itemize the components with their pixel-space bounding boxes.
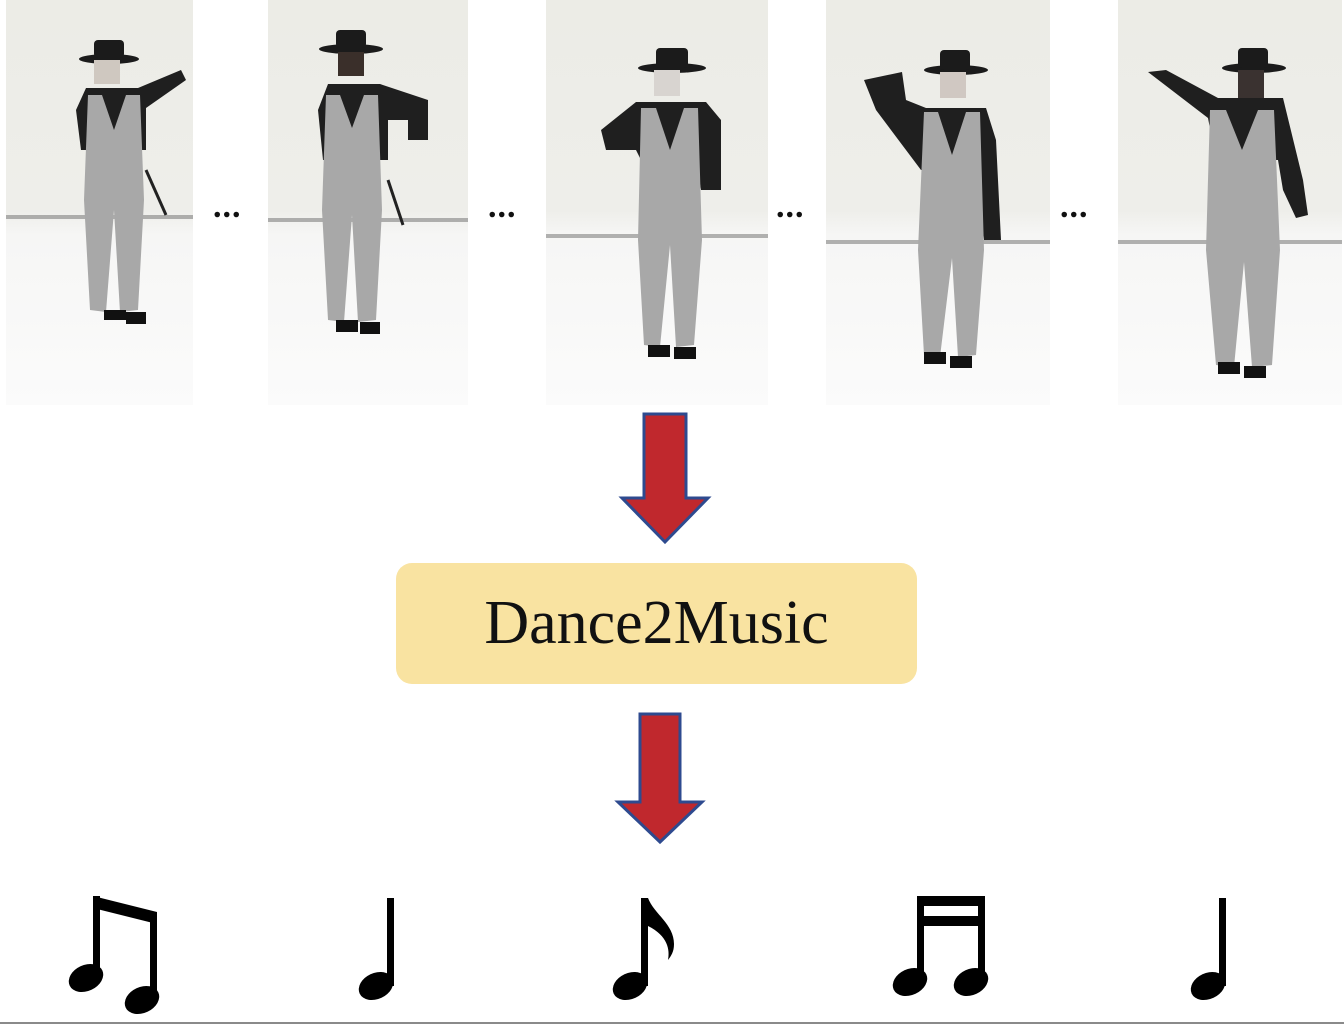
dance-frame-1 (6, 0, 193, 405)
beamed-sixteenth-notes-icon (892, 896, 989, 997)
ellipsis-3: ... (776, 188, 805, 225)
dance2music-model-box: Dance2Music (396, 563, 917, 684)
ellipsis-2: ... (488, 188, 517, 225)
beamed-eighth-notes-icon (68, 896, 160, 1015)
quarter-note-icon (358, 898, 394, 1001)
ellipsis-1: ... (213, 188, 242, 225)
down-arrow-icon (618, 412, 712, 545)
ellipsis-4: ... (1060, 188, 1089, 225)
bottom-divider (0, 1022, 1344, 1024)
dance-frame-4 (826, 0, 1050, 405)
eighth-note-icon (612, 898, 674, 1001)
dance-frame-3 (546, 0, 768, 405)
model-label: Dance2Music (484, 589, 829, 657)
quarter-note-icon (1190, 898, 1226, 1001)
dance-frame-2 (268, 0, 468, 405)
dance-frame-5 (1118, 0, 1342, 405)
down-arrow-icon (614, 712, 706, 845)
